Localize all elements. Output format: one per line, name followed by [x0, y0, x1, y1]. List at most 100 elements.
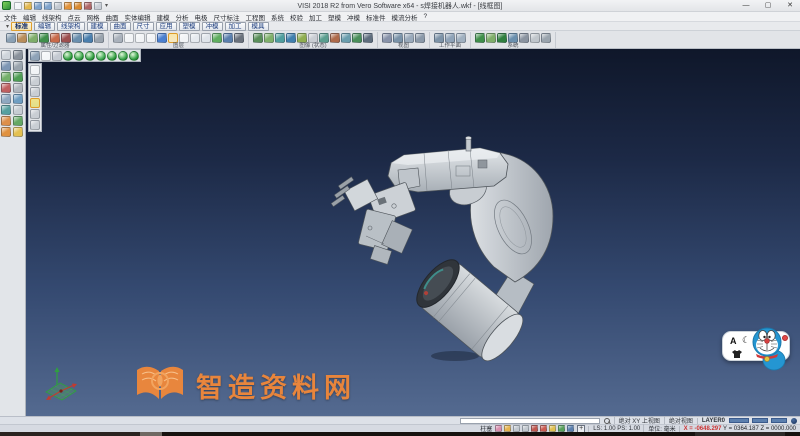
maximize-button[interactable]: ▢ — [760, 1, 776, 11]
ribbon-tool-icon[interactable] — [39, 33, 49, 43]
menu-item[interactable]: 分析 — [176, 12, 189, 22]
side-tool-icon[interactable] — [1, 61, 11, 71]
ribbon-tool-icon[interactable] — [83, 33, 93, 43]
snap-icon[interactable] — [567, 425, 575, 432]
ribbon-tool-icon[interactable] — [486, 33, 496, 43]
ribbon-tool-icon[interactable] — [319, 33, 329, 43]
ribbon-tool-icon[interactable] — [404, 33, 414, 43]
snap-icon[interactable] — [549, 425, 557, 432]
side-tool-icon[interactable] — [1, 116, 11, 126]
ribbon-tool-icon[interactable] — [223, 33, 233, 43]
snap-icon[interactable] — [531, 425, 539, 432]
quick-access-icon[interactable] — [84, 1, 92, 10]
menu-item[interactable]: 网格 — [87, 12, 100, 22]
ribbon-tool-icon[interactable] — [6, 33, 16, 43]
ribbon-tool-icon[interactable] — [212, 33, 222, 43]
side-tool-icon[interactable] — [13, 105, 23, 115]
ribbon-tool-icon[interactable] — [253, 33, 263, 43]
menu-item[interactable]: 加工 — [309, 12, 322, 22]
menu-item[interactable]: 标准件 — [366, 12, 386, 22]
snap-icon[interactable] — [495, 425, 503, 432]
ribbon-tool-icon[interactable] — [190, 33, 200, 43]
ribbon-tool-icon[interactable] — [113, 33, 123, 43]
ribbon-tool-icon[interactable] — [330, 33, 340, 43]
side-tool-icon[interactable] — [13, 72, 23, 82]
ribbon-tool-icon[interactable] — [519, 33, 529, 43]
menu-item[interactable]: 校验 — [290, 12, 303, 22]
ribbon-tool-icon[interactable] — [456, 33, 466, 43]
toolbar-tab[interactable]: 编辑 — [34, 21, 56, 31]
ribbon-tool-icon[interactable] — [234, 33, 244, 43]
ribbon-tool-icon[interactable] — [475, 33, 485, 43]
ribbon-tool-icon[interactable] — [445, 33, 455, 43]
snap-icon[interactable] — [522, 425, 530, 432]
ribbon-tool-icon[interactable] — [434, 33, 444, 43]
ribbon-tool-icon[interactable] — [286, 33, 296, 43]
side-tool-icon[interactable] — [13, 61, 23, 71]
ribbon-tool-icon[interactable] — [530, 33, 540, 43]
active-layer-button[interactable]: LAYER0 — [696, 417, 725, 424]
ribbon-tool-icon[interactable] — [382, 33, 392, 43]
ribbon-tool-icon[interactable] — [72, 33, 82, 43]
side-tool-icon[interactable] — [1, 50, 11, 60]
ribbon-tool-icon[interactable] — [415, 33, 425, 43]
ribbon-tool-icon[interactable] — [308, 33, 318, 43]
quick-access-icon[interactable] — [74, 1, 82, 10]
snap-icon[interactable] — [540, 425, 548, 432]
ribbon-tool-icon[interactable] — [363, 33, 373, 43]
ribbon-tool-icon[interactable] — [94, 33, 104, 43]
toolbar-tab[interactable]: 模具 — [247, 21, 269, 31]
menu-item[interactable]: 线架构 — [42, 12, 62, 22]
ribbon-tool-icon[interactable] — [393, 33, 403, 43]
side-tool-icon[interactable] — [1, 127, 11, 137]
side-tool-icon[interactable] — [13, 83, 23, 93]
menu-item[interactable]: 实体编辑 — [125, 12, 151, 22]
ribbon-tool-icon[interactable] — [146, 33, 156, 43]
quick-access-icon[interactable] — [44, 1, 52, 10]
toolbar-tab[interactable]: 标准 — [11, 21, 33, 31]
ribbon-tool-icon[interactable] — [508, 33, 518, 43]
quick-access-icon[interactable] — [94, 1, 102, 10]
ribbon-tool-icon[interactable] — [124, 33, 134, 43]
side-tool-icon[interactable] — [13, 116, 23, 126]
toolbar-tab[interactable]: 加工 — [224, 21, 246, 31]
toolbar-tab[interactable]: 塑模 — [178, 21, 200, 31]
ime-language-button[interactable]: A — [730, 336, 737, 346]
tab-bar-dropdown-icon[interactable]: ▾ — [6, 23, 9, 30]
quick-access-dropdown-icon[interactable]: ▾ — [105, 2, 108, 9]
side-tool-icon[interactable] — [13, 94, 23, 104]
ribbon-tool-icon[interactable] — [264, 33, 274, 43]
toolbar-tab[interactable]: 线架构 — [57, 21, 85, 31]
search-icon[interactable] — [603, 417, 610, 424]
side-tool-icon[interactable] — [13, 127, 23, 137]
ribbon-tool-icon[interactable] — [168, 33, 178, 43]
menu-item[interactable]: 文件 — [4, 12, 17, 22]
toolbar-tab[interactable]: 尺寸 — [132, 21, 154, 31]
menu-item[interactable]: 模流分析 — [392, 12, 418, 22]
quick-access-icon[interactable] — [54, 1, 62, 10]
snap-icon[interactable] — [513, 425, 521, 432]
quick-access-icon[interactable] — [24, 1, 32, 10]
side-tool-icon[interactable] — [1, 105, 11, 115]
ribbon-tool-icon[interactable] — [61, 33, 71, 43]
ribbon-tool-icon[interactable] — [275, 33, 285, 43]
menu-item[interactable]: ? — [424, 13, 428, 20]
menu-item[interactable]: 冲模 — [347, 12, 360, 22]
ribbon-tool-icon[interactable] — [28, 33, 38, 43]
side-tool-icon[interactable] — [1, 83, 11, 93]
robot-arm-model[interactable] — [330, 136, 554, 366]
menu-item[interactable]: 编辑 — [23, 12, 36, 22]
menu-item[interactable]: 尺寸标注 — [214, 12, 240, 22]
menu-item[interactable]: 工程图 — [246, 12, 266, 22]
quick-access-icon[interactable] — [64, 1, 72, 10]
menu-item[interactable]: 点云 — [68, 12, 81, 22]
ime-moon-icon[interactable]: ☾ — [742, 335, 750, 346]
ribbon-tool-icon[interactable] — [297, 33, 307, 43]
menu-item[interactable]: 塑模 — [328, 12, 341, 22]
minimize-button[interactable]: — — [738, 1, 754, 11]
side-tool-icon[interactable] — [13, 50, 23, 60]
side-tool-icon[interactable] — [1, 72, 11, 82]
toolbar-tab[interactable]: 冲模 — [201, 21, 223, 31]
snap-icon[interactable] — [558, 425, 566, 432]
menu-item[interactable]: 电极 — [195, 12, 208, 22]
